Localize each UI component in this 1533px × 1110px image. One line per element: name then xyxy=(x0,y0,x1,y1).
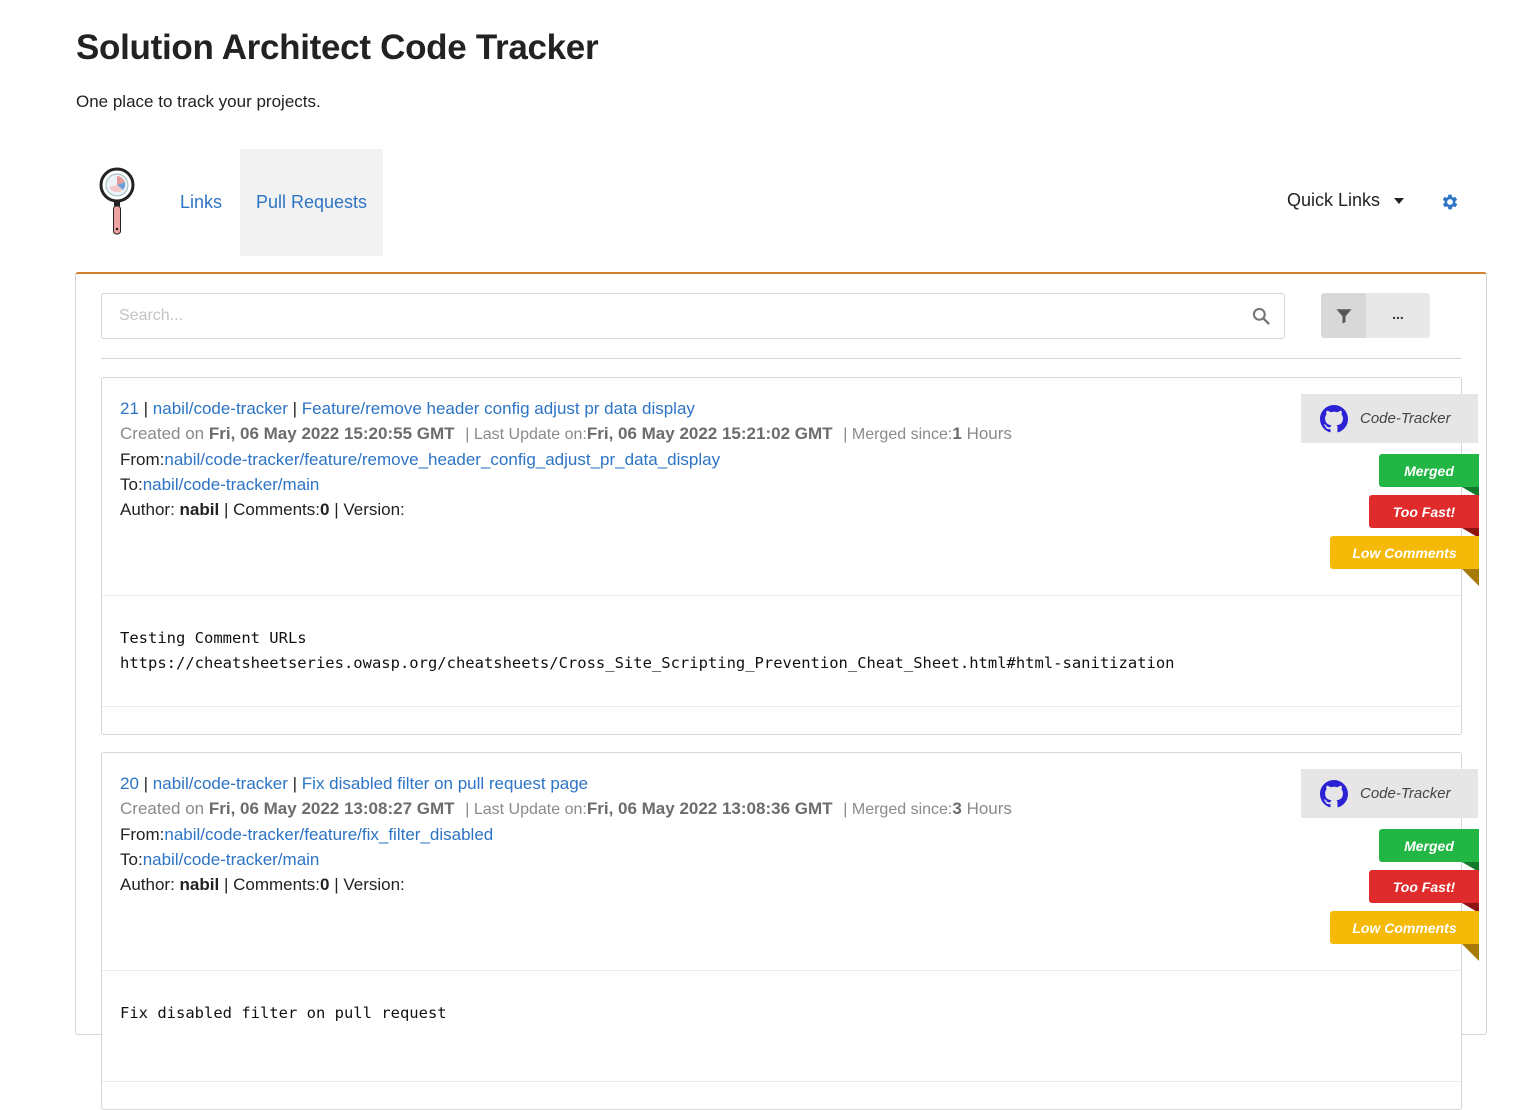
caret-down-icon xyxy=(1394,197,1405,204)
merged-value: 3 xyxy=(952,799,962,818)
from-label: From: xyxy=(120,825,165,844)
gear-icon[interactable] xyxy=(1440,192,1460,212)
pr-description: Fix disabled filter on pull request xyxy=(120,1004,447,1022)
comments-count: 0 xyxy=(320,875,330,894)
pr-card: 21 | nabil/code-tracker | Feature/remove… xyxy=(101,377,1479,735)
search-box xyxy=(101,293,1285,339)
merged-unit: Hours xyxy=(966,799,1012,818)
pr-card: 20 | nabil/code-tracker | Fix disabled f… xyxy=(101,752,1479,1110)
separator: | xyxy=(292,774,302,793)
to-branch-link[interactable]: nabil/code-tracker/main xyxy=(143,475,320,494)
separator: | xyxy=(143,399,153,418)
page-subtitle: One place to track your projects. xyxy=(76,92,321,111)
author-name: nabil xyxy=(179,500,220,519)
separator: | xyxy=(292,399,302,418)
from-branch-link[interactable]: nabil/code-tracker/feature/remove_header… xyxy=(164,450,720,469)
too-fast-badge: Too Fast! xyxy=(1369,495,1479,538)
filter-button-group: ... xyxy=(1321,293,1430,338)
low-comments-badge: Low Comments xyxy=(1330,911,1479,961)
page-title: Solution Architect Code Tracker xyxy=(76,28,599,67)
tab-links[interactable]: Links xyxy=(168,149,234,256)
created-label: Created on xyxy=(120,799,209,818)
search-input[interactable] xyxy=(102,294,1251,338)
repo-tag[interactable]: Code-Tracker xyxy=(1301,769,1478,818)
author-name: nabil xyxy=(179,875,220,894)
repo-tag-label: Code-Tracker xyxy=(1360,410,1451,427)
separator: | xyxy=(143,774,153,793)
pr-card-footer xyxy=(102,1081,1461,1109)
created-label: Created on xyxy=(120,424,209,443)
pr-description: Testing Comment URLs https://cheatsheets… xyxy=(120,629,1175,672)
from-label: From: xyxy=(120,450,165,469)
filter-icon xyxy=(1336,308,1351,323)
to-label: To: xyxy=(120,850,143,869)
created-date: Fri, 06 May 2022 15:20:55 GMT xyxy=(208,424,455,443)
pr-repo-link[interactable]: nabil/code-tracker xyxy=(153,774,288,793)
quick-links-dropdown[interactable]: Quick Links xyxy=(1287,190,1405,211)
tab-pull-requests[interactable]: Pull Requests xyxy=(240,149,383,256)
github-icon xyxy=(1320,779,1348,807)
updated-date: Fri, 06 May 2022 13:08:36 GMT xyxy=(586,799,833,818)
to-label: To: xyxy=(120,475,143,494)
low-comments-badge: Low Comments xyxy=(1330,536,1479,586)
comments-label: | Comments: xyxy=(223,500,321,519)
search-icon[interactable] xyxy=(1251,306,1271,326)
author-label: Author: xyxy=(120,875,180,894)
author-label: Author: xyxy=(120,500,180,519)
updated-label: | Last Update on: xyxy=(465,426,587,443)
pr-repo-link[interactable]: nabil/code-tracker xyxy=(153,399,288,418)
merged-badge: Merged xyxy=(1379,454,1479,497)
filter-button[interactable] xyxy=(1321,293,1366,338)
more-options-button[interactable]: ... xyxy=(1366,293,1430,338)
created-date: Fri, 06 May 2022 13:08:27 GMT xyxy=(208,799,455,818)
merged-badge: Merged xyxy=(1379,829,1479,872)
comments-count: 0 xyxy=(320,500,330,519)
pr-title-link[interactable]: Feature/remove header config adjust pr d… xyxy=(302,399,695,418)
merged-value: 1 xyxy=(952,424,962,443)
pr-number-link[interactable]: 21 xyxy=(120,399,139,418)
from-branch-link[interactable]: nabil/code-tracker/feature/fix_filter_di… xyxy=(164,825,493,844)
version-label: | Version: xyxy=(334,500,405,519)
divider xyxy=(101,358,1461,359)
repo-tag-label: Code-Tracker xyxy=(1360,785,1451,802)
quick-links-label: Quick Links xyxy=(1287,190,1381,210)
merged-unit: Hours xyxy=(966,424,1012,443)
magnifier-logo-icon[interactable] xyxy=(96,165,142,237)
version-label: | Version: xyxy=(334,875,405,894)
comments-label: | Comments: xyxy=(223,875,321,894)
repo-tag[interactable]: Code-Tracker xyxy=(1301,394,1478,443)
github-icon xyxy=(1320,404,1348,432)
updated-date: Fri, 06 May 2022 15:21:02 GMT xyxy=(586,424,833,443)
pr-card-footer xyxy=(102,706,1461,734)
pull-requests-panel: ... 21 | nabil/code-tracker | Feature/re… xyxy=(75,272,1487,1110)
too-fast-badge: Too Fast! xyxy=(1369,870,1479,913)
pr-number-link[interactable]: 20 xyxy=(120,774,139,793)
to-branch-link[interactable]: nabil/code-tracker/main xyxy=(143,850,320,869)
updated-label: | Last Update on: xyxy=(465,801,587,818)
pr-title-link[interactable]: Fix disabled filter on pull request page xyxy=(302,774,588,793)
merged-label: | Merged since: xyxy=(843,426,953,443)
merged-label: | Merged since: xyxy=(843,801,953,818)
